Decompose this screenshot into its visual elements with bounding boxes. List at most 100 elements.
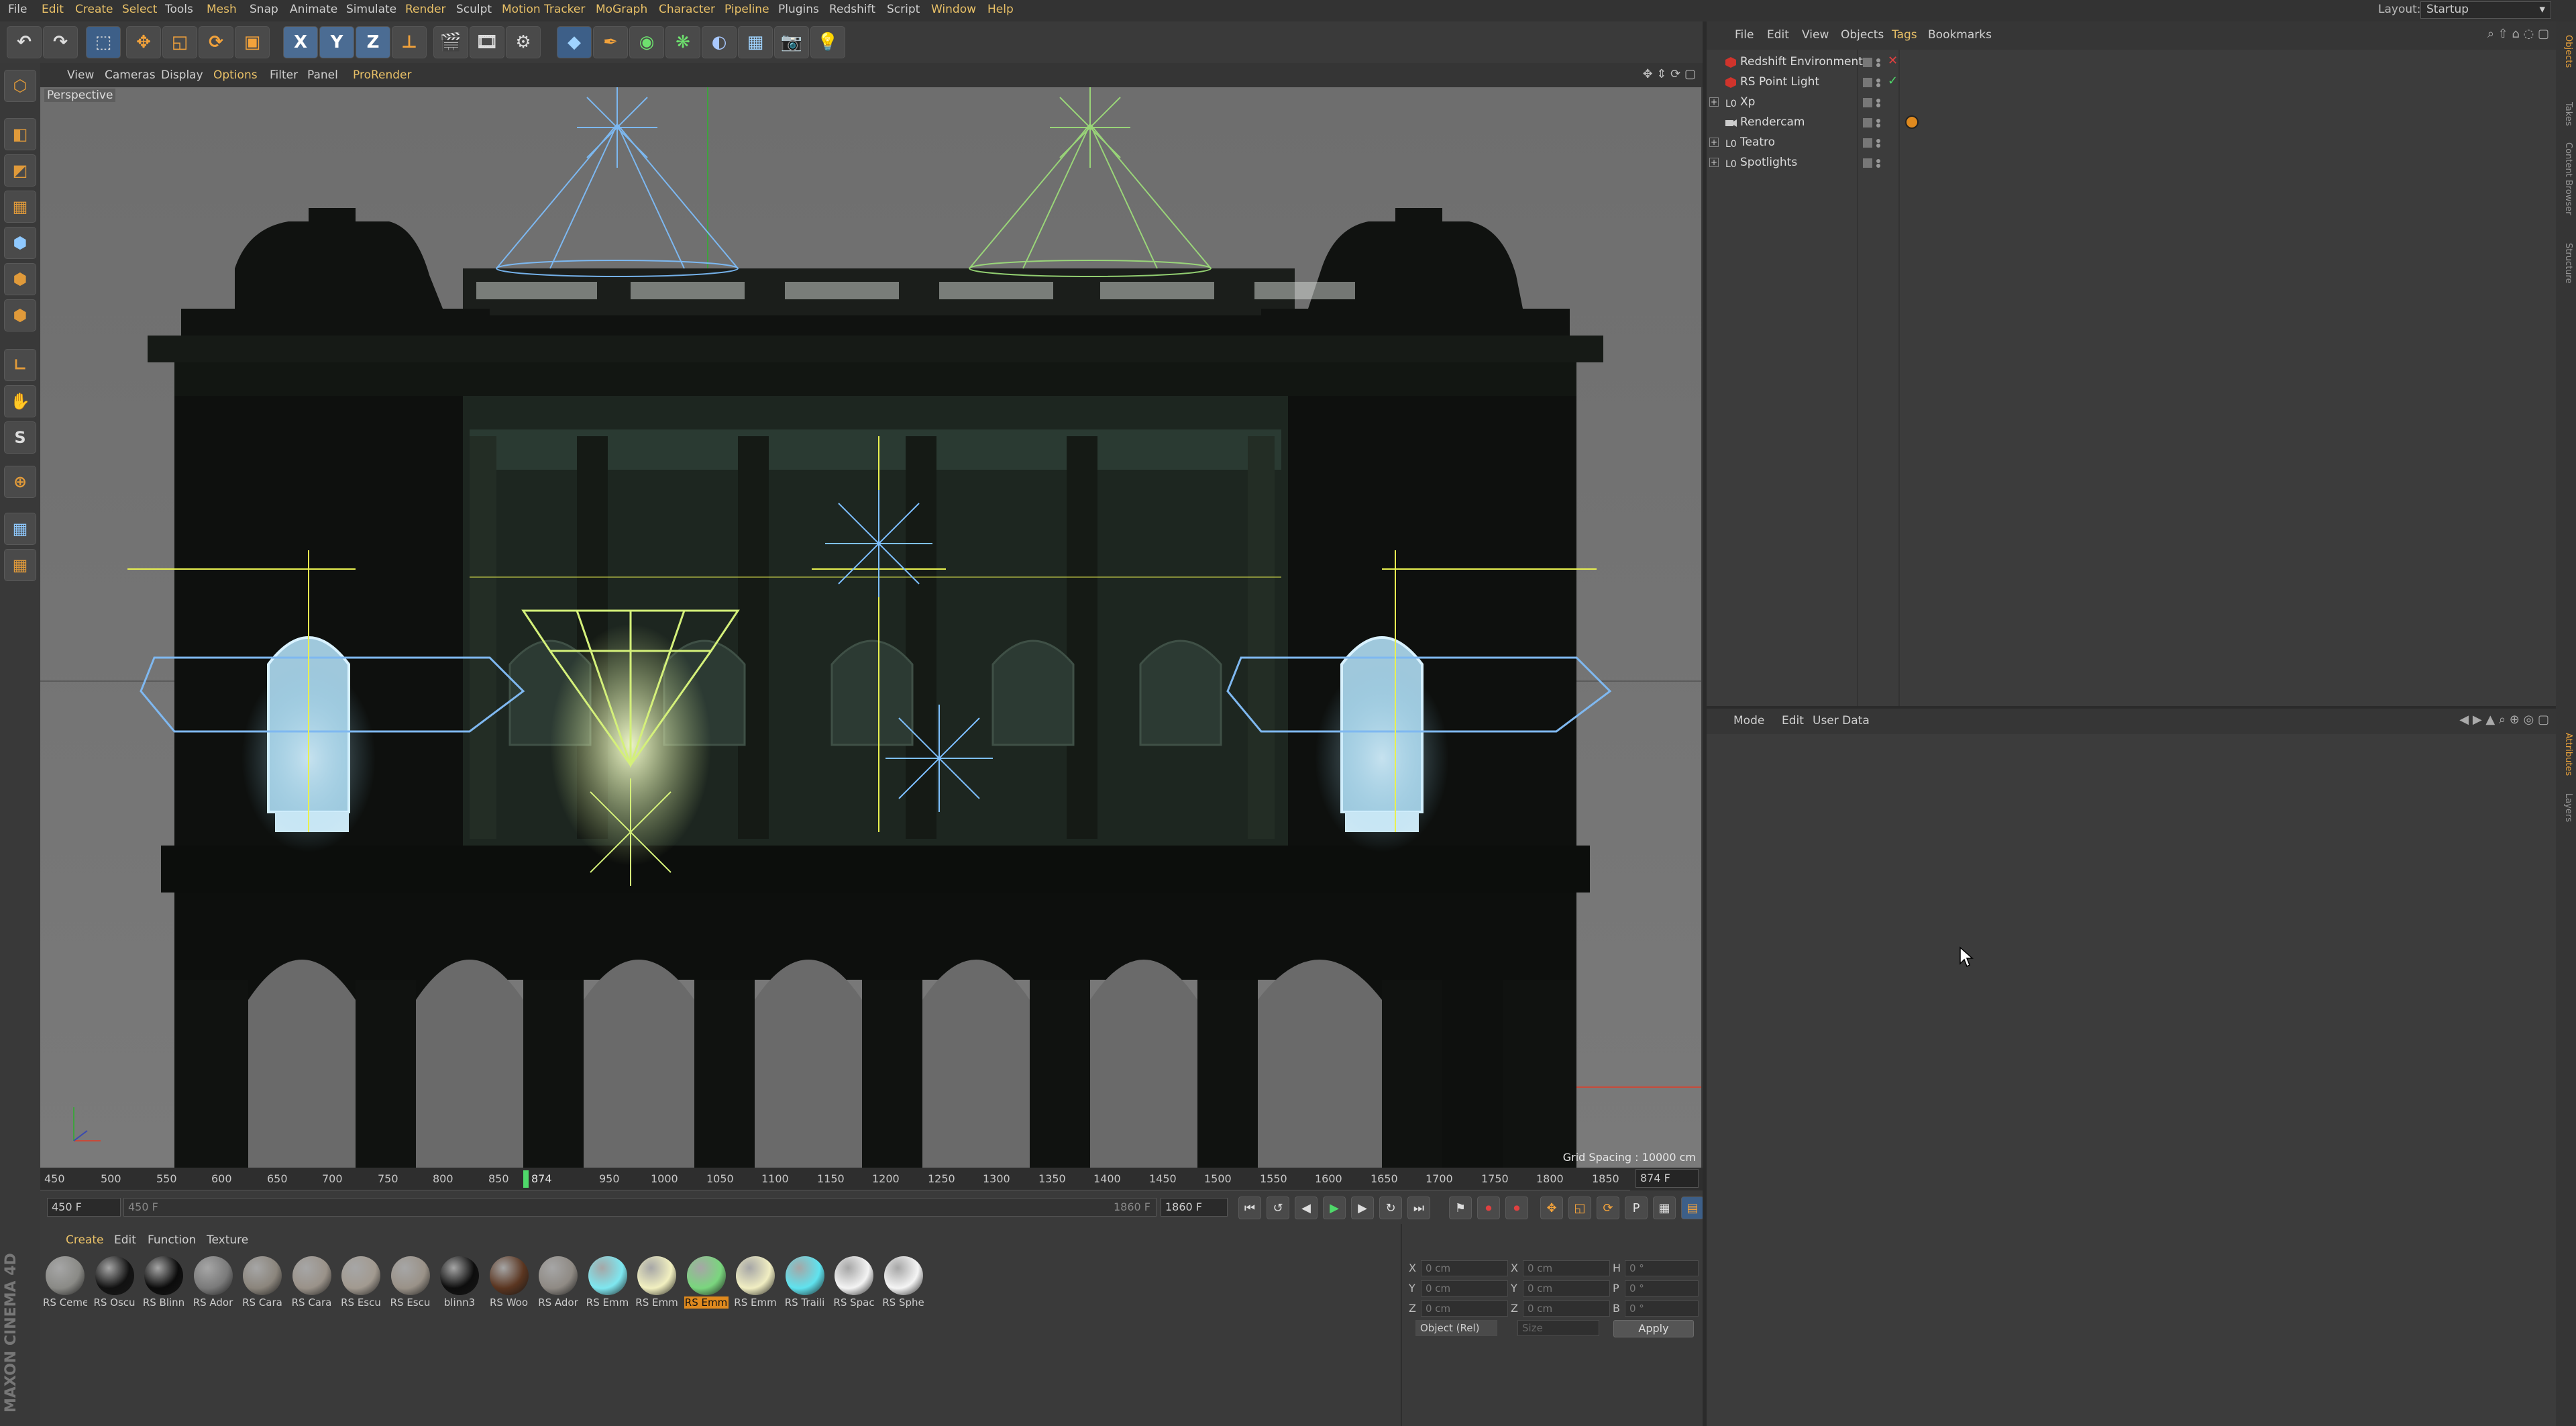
menu-tools[interactable]: Tools — [165, 3, 193, 16]
material-swatch[interactable]: RS Escu — [388, 1256, 433, 1309]
live-selection-icon[interactable]: ⬚ — [86, 26, 121, 58]
tweak-icon[interactable]: ✋ — [4, 385, 36, 417]
menu-render[interactable]: Render — [405, 3, 446, 16]
camera-tag-icon[interactable] — [1905, 115, 1919, 129]
size-x-field[interactable]: 0 cm — [1523, 1260, 1610, 1276]
material-swatch[interactable]: RS Traili — [783, 1256, 827, 1309]
visibility-toggles-icon[interactable] — [1862, 156, 1889, 173]
texture-mode-icon[interactable]: ◩ — [4, 154, 36, 187]
menu-help[interactable]: Help — [987, 3, 1014, 16]
recent-tools-icon[interactable]: ▣ — [235, 26, 270, 58]
axis-y-icon[interactable]: Y — [319, 26, 354, 58]
key-position-icon[interactable]: ✥ — [1540, 1196, 1563, 1219]
material-swatch[interactable]: RS Blinn — [142, 1256, 186, 1309]
material-swatch[interactable]: RS Ador — [191, 1256, 235, 1309]
undo-icon[interactable]: ↶ — [7, 26, 42, 58]
om-menu-edit[interactable]: Edit — [1767, 28, 1789, 42]
menu-animate[interactable]: Animate — [290, 3, 337, 16]
visibility-toggles-icon[interactable] — [1862, 96, 1889, 113]
step-back-icon[interactable]: ◀ — [1295, 1196, 1318, 1219]
attr-nav-icons[interactable]: ◀ ▶ ▲ ⌕ ⊕ ◎ ▢ — [2459, 713, 2549, 727]
record-keys-icon[interactable]: ⚑ — [1449, 1196, 1472, 1219]
material-menu-edit[interactable]: Edit — [114, 1233, 136, 1247]
end-frame-field[interactable]: 1860 F — [1161, 1198, 1228, 1217]
polygons-mode-icon[interactable]: ⬢ — [4, 299, 36, 332]
rot-b-field[interactable]: 0 ° — [1625, 1301, 1699, 1317]
material-swatch[interactable]: RS Emm — [684, 1256, 729, 1309]
object-row[interactable]: RS Point Light ✓ — [1707, 72, 2556, 93]
pos-z-field[interactable]: 0 cm — [1421, 1301, 1508, 1317]
visibility-toggles-icon[interactable] — [1862, 136, 1889, 153]
om-menu-file[interactable]: File — [1735, 28, 1754, 42]
frame-range-slider[interactable]: 450 F 1860 F — [123, 1198, 1157, 1217]
next-key-icon[interactable]: ↻ — [1379, 1196, 1402, 1219]
material-swatch[interactable]: RS Cara — [240, 1256, 284, 1309]
go-to-start-icon[interactable]: ⏮ — [1238, 1196, 1261, 1219]
menu-simulate[interactable]: Simulate — [346, 3, 396, 16]
menu-sculpt[interactable]: Sculpt — [456, 3, 492, 16]
material-swatch[interactable]: RS Ceme — [43, 1256, 87, 1309]
enabled-check-icon[interactable]: ✓ — [1888, 74, 1898, 88]
expand-toggle-icon[interactable]: + — [1709, 138, 1719, 147]
key-scale-icon[interactable]: ◱ — [1568, 1196, 1591, 1219]
tab-content-browser[interactable]: Content Browser — [2559, 142, 2573, 215]
make-editable-icon[interactable]: ⬡ — [4, 70, 36, 102]
material-swatch[interactable]: blinn3 — [437, 1256, 482, 1309]
viewport-menu-options[interactable]: Options — [213, 68, 258, 82]
current-frame-field[interactable]: 874 F — [1635, 1169, 1699, 1188]
rot-p-field[interactable]: 0 ° — [1625, 1280, 1699, 1296]
redo-icon[interactable]: ↷ — [43, 26, 78, 58]
size-y-field[interactable]: 0 cm — [1523, 1280, 1610, 1296]
object-row[interactable]: Redshift Environment ✕ — [1707, 52, 2556, 72]
tab-layers[interactable]: Layers — [2559, 793, 2573, 822]
tab-structure[interactable]: Structure — [2559, 243, 2573, 283]
viewport-menu-panel[interactable]: Panel — [307, 68, 338, 82]
visibility-toggles-icon[interactable] — [1862, 76, 1889, 93]
tab-objects[interactable]: Objects — [2559, 35, 2573, 68]
expand-toggle-icon[interactable]: + — [1709, 158, 1719, 167]
viewport-menu-display[interactable]: Display — [161, 68, 203, 82]
attr-menu-mode[interactable]: Mode — [1733, 714, 1764, 727]
material-menu-function[interactable]: Function — [148, 1233, 196, 1247]
visibility-toggles-icon[interactable] — [1862, 116, 1889, 133]
key-pla-icon[interactable]: ▦ — [1653, 1196, 1676, 1219]
menu-edit[interactable]: Edit — [42, 3, 64, 16]
expand-toggle-icon[interactable]: + — [1709, 97, 1719, 107]
attr-menu-user-data[interactable]: User Data — [1813, 714, 1870, 727]
menu-script[interactable]: Script — [887, 3, 920, 16]
om-menu-objects[interactable]: Objects — [1841, 28, 1884, 42]
menu-redshift[interactable]: Redshift — [829, 3, 875, 16]
scale-icon[interactable]: ◱ — [162, 26, 197, 58]
material-swatch[interactable]: RS Emm — [733, 1256, 777, 1309]
edit-render-settings-icon[interactable]: ⚙ — [506, 26, 541, 58]
menu-file[interactable]: File — [8, 3, 27, 16]
viewport-menu-filter[interactable]: Filter — [270, 68, 298, 82]
viewport-nav-icons[interactable]: ✥ ⇕ ⟳ ▢ — [1643, 67, 1696, 81]
play-icon[interactable]: ▶ — [1323, 1196, 1346, 1219]
viewport-menu-cameras[interactable]: Cameras — [105, 68, 156, 82]
axis-z-icon[interactable]: Z — [356, 26, 390, 58]
viewport-3d[interactable]: Perspective Grid Spacing : 10000 cm — [40, 87, 1701, 1168]
menu-snap[interactable]: Snap — [250, 3, 278, 16]
disabled-check-icon[interactable]: ✕ — [1888, 54, 1898, 68]
material-swatch[interactable]: RS Emm — [586, 1256, 630, 1309]
render-view-icon[interactable]: 🎬 — [433, 26, 468, 58]
material-swatch[interactable]: RS Emm — [635, 1256, 679, 1309]
light-icon[interactable]: 💡 — [810, 26, 845, 58]
om-search-icons[interactable]: ⌕ ⇧ ⌂ ◌ ▢ — [2487, 27, 2549, 41]
key-parameter-icon[interactable]: P — [1625, 1196, 1648, 1219]
workplane-icon[interactable]: ▦ — [4, 191, 36, 223]
camera-icon[interactable]: 📷 — [774, 26, 809, 58]
pos-x-field[interactable]: 0 cm — [1421, 1260, 1508, 1276]
floor-icon[interactable]: ▦ — [738, 26, 773, 58]
material-swatch[interactable]: RS Spac — [832, 1256, 876, 1309]
layout-dropdown[interactable]: Startup ▾ — [2420, 1, 2551, 19]
step-forward-icon[interactable]: ▶ — [1351, 1196, 1374, 1219]
coordinate-mode-dropdown[interactable]: Object (Rel) — [1415, 1320, 1497, 1336]
snap-icon[interactable]: ⊕ — [4, 466, 36, 498]
om-menu-view[interactable]: View — [1802, 28, 1829, 42]
visibility-toggles-icon[interactable] — [1862, 56, 1889, 72]
render-picture-viewer-icon[interactable]: 🎞 — [470, 26, 504, 58]
material-swatch[interactable]: RS Woo — [487, 1256, 531, 1309]
tab-attributes[interactable]: Attributes — [2559, 733, 2573, 776]
